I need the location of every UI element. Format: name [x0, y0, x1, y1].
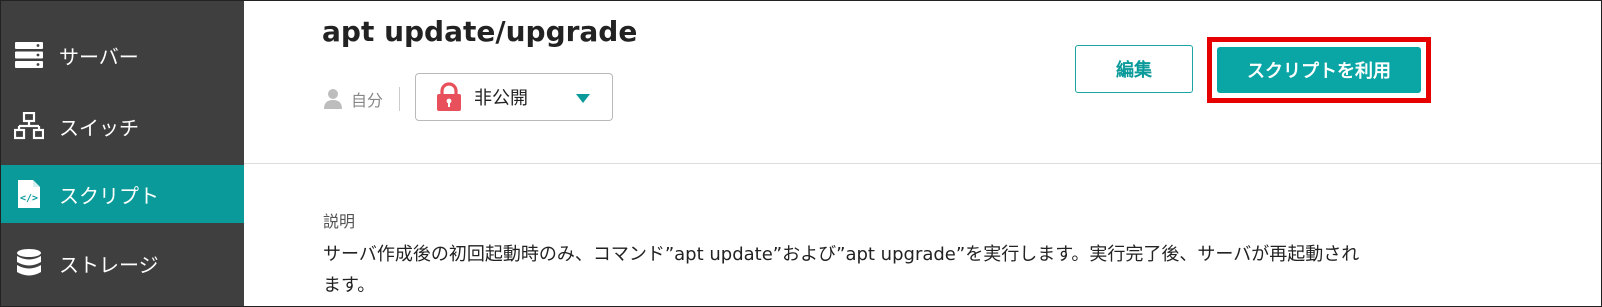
visibility-dropdown[interactable]: 非公開: [415, 73, 613, 121]
user-icon: [323, 88, 343, 110]
sidebar: サーバー スイッチ </> スクリプト ストレージ: [1, 1, 244, 306]
app-window: サーバー スイッチ </> スクリプト ストレージ apt update/upg…: [0, 0, 1602, 307]
divider: [399, 87, 400, 111]
visibility-value: 非公開: [474, 88, 528, 109]
owner-info: 自分: [323, 87, 383, 111]
use-script-button[interactable]: スクリプトを利用: [1217, 47, 1421, 93]
description-text: サーバ作成後の初回起動時のみ、コマンド”apt update”および”apt u…: [323, 244, 1360, 296]
lock-icon: [436, 82, 462, 112]
sidebar-item-label: スクリプト: [59, 183, 159, 208]
sidebar-item-storage[interactable]: ストレージ: [1, 234, 244, 292]
svg-text:</>: </>: [20, 193, 38, 204]
script-icon: </>: [13, 178, 45, 210]
edit-button[interactable]: 編集: [1075, 45, 1193, 93]
sidebar-item-label: スイッチ: [59, 115, 139, 140]
section-divider: [244, 163, 1601, 164]
page-title: apt update/upgrade: [322, 15, 638, 48]
chevron-down-icon: [576, 94, 590, 103]
owner-label: 自分: [351, 91, 384, 110]
description-label: 説明: [323, 212, 356, 231]
switch-icon: [13, 110, 45, 142]
server-icon: [13, 39, 45, 71]
sidebar-item-switches[interactable]: スイッチ: [1, 97, 244, 155]
storage-icon: [13, 247, 45, 279]
sidebar-item-scripts[interactable]: </> スクリプト: [1, 165, 244, 223]
sidebar-item-label: ストレージ: [59, 252, 159, 277]
sidebar-item-servers[interactable]: サーバー: [1, 26, 244, 84]
sidebar-item-label: サーバー: [59, 44, 139, 69]
